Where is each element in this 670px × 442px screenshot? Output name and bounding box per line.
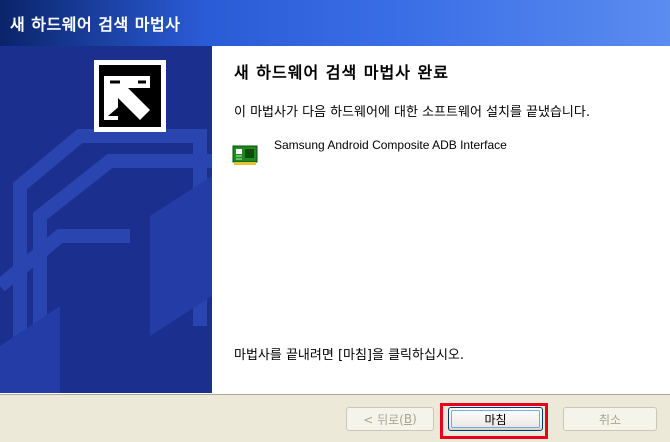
back-button-label: < 뒤로( bbox=[363, 412, 404, 427]
wizard-content: 새 하드웨어 검색 마법사 완료 이 마법사가 다음 하드웨어에 대한 소프트웨… bbox=[212, 46, 670, 393]
page-title: 새 하드웨어 검색 마법사 완료 bbox=[234, 63, 449, 82]
cancel-button-label: 취소 bbox=[598, 412, 622, 427]
title-bar[interactable]: 새 하드웨어 검색 마법사 bbox=[0, 0, 670, 46]
button-bar: < 뒤로(B) 마침 취소 bbox=[0, 393, 670, 442]
wizard-sidebar-graphic bbox=[0, 46, 212, 393]
wizard-logo-icon bbox=[94, 60, 166, 132]
finish-instruction: 마법사를 끝내려면 [마침]을 클릭하십시오. bbox=[234, 348, 464, 363]
cancel-button[interactable]: 취소 bbox=[563, 407, 657, 431]
hardware-wizard-watermark bbox=[0, 60, 212, 393]
back-button-label-close: ) bbox=[412, 412, 417, 426]
back-button[interactable]: < 뒤로(B) bbox=[346, 407, 434, 431]
pci-card-icon bbox=[232, 145, 258, 165]
device-name: Samsung Android Composite ADB Interface bbox=[274, 138, 507, 152]
completion-message: 이 마법사가 다음 하드웨어에 대한 소프트웨어 설치를 끝냈습니다. bbox=[234, 105, 590, 120]
finish-button-highlight bbox=[440, 403, 548, 439]
back-button-accel: B bbox=[403, 412, 413, 426]
window-title: 새 하드웨어 검색 마법사 bbox=[10, 15, 181, 34]
